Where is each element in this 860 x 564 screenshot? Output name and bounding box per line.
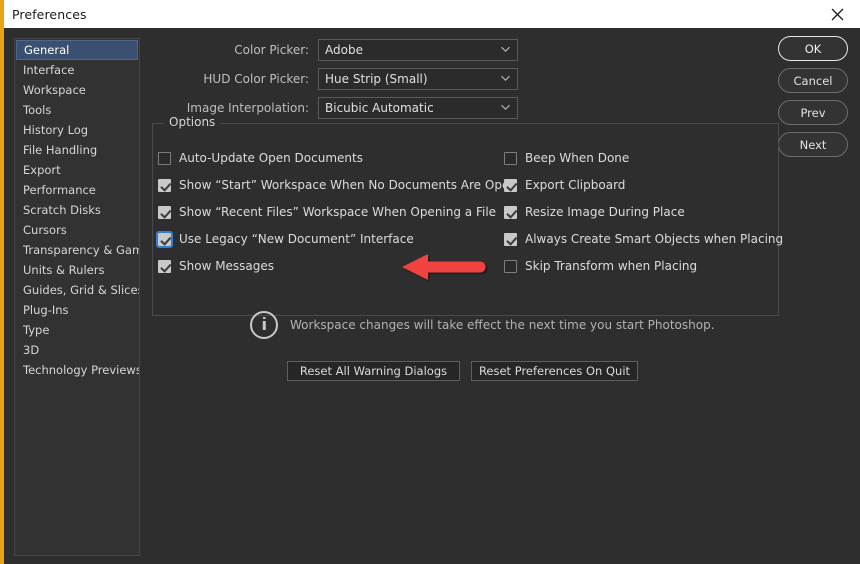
checkbox-checked-icon[interactable] [158,178,171,192]
prev-button[interactable]: Prev [778,100,848,125]
checkbox-row-resize-image-during-place[interactable]: Resize Image During Place [504,203,685,221]
checkbox-checked-icon[interactable] [158,205,171,219]
checkbox-checked-icon[interactable] [158,259,171,273]
sidebar-item-tools[interactable]: Tools [15,100,139,120]
checkbox-row-beep-when-done[interactable]: Beep When Done [504,149,629,167]
checkbox-label: Beep When Done [525,151,630,165]
checkbox-row-always-create-smart-objects-when-placing[interactable]: Always Create Smart Objects when Placing [504,230,783,248]
checkbox-label: Resize Image During Place [525,205,685,219]
info-icon [250,311,278,339]
select-hud-color-picker[interactable]: Hue Strip (Small) [318,68,518,90]
select-value: Bicubic Automatic [325,101,434,115]
checkbox-label: Show Messages [179,259,275,273]
checkbox-label: Export Clipboard [525,178,626,192]
workspace-note: Workspace changes will take effect the n… [250,311,715,339]
reset-preferences-on-quit-button[interactable]: Reset Preferences On Quit [471,361,638,381]
reset-all-warning-dialogs-button[interactable]: Reset All Warning Dialogs [287,361,460,381]
checkbox-row-auto-update-open-documents[interactable]: Auto-Update Open Documents [158,149,363,167]
checkbox-checked-icon[interactable] [156,230,173,248]
sidebar-item-performance[interactable]: Performance [15,180,139,200]
chevron-down-icon [501,75,510,81]
select-value: Hue Strip (Small) [325,72,428,86]
cancel-button[interactable]: Cancel [778,68,848,93]
sidebar-item-cursors[interactable]: Cursors [15,220,139,240]
form-label: Image Interpolation: [186,101,309,115]
workspace-note-text: Workspace changes will take effect the n… [290,318,715,332]
close-icon [831,8,843,20]
ok-button[interactable]: OK [778,36,848,61]
checkbox-row-show-start-workspace-when-no-documents-are-open[interactable]: Show “Start” Workspace When No Documents… [158,176,517,194]
titlebar: Preferences [4,0,860,28]
sidebar-item-plug-ins[interactable]: Plug-Ins [15,300,139,320]
form-label: Color Picker: [234,43,309,57]
sidebar-item-transparency-gamut[interactable]: Transparency & Gamut [15,240,139,260]
dialog-actions: OK Cancel Prev Next [778,36,848,164]
form-row-hud-color-picker: HUD Color Picker: Hue Strip (Small) [154,68,518,90]
checkbox-label: Show “Start” Workspace When No Documents… [179,178,517,192]
select-value: Adobe [325,43,363,57]
next-button[interactable]: Next [778,132,848,157]
sidebar-item-3d[interactable]: 3D [15,340,139,360]
checkbox-label: Always Create Smart Objects when Placing [525,232,784,246]
checkbox-unchecked-icon[interactable] [158,151,171,165]
category-sidebar[interactable]: General Interface Workspace Tools History Lo… [14,38,140,556]
checkbox-checked-icon[interactable] [504,178,517,192]
preferences-dialog: Preferences General Interface Workspace Too… [0,0,860,564]
sidebar-item-history-log[interactable]: History Log [15,120,139,140]
select-color-picker[interactable]: Adobe [318,39,518,61]
chevron-down-icon [501,104,510,110]
checkbox-checked-icon[interactable] [504,205,517,219]
checkbox-row-show-messages[interactable]: Show Messages [158,257,274,275]
sidebar-item-guides-grid-slices[interactable]: Guides, Grid & Slices [15,280,139,300]
checkbox-checked-icon[interactable] [504,232,517,246]
chevron-down-icon [501,46,510,52]
close-button[interactable] [814,0,860,28]
checkbox-row-use-legacy-new-document-interface[interactable]: Use Legacy “New Document” Interface [156,230,414,248]
checkbox-label: Show “Recent Files” Workspace When Openi… [179,205,497,219]
sidebar-item-general[interactable]: General [16,40,138,60]
sidebar-item-units-rulers[interactable]: Units & Rulers [15,260,139,280]
checkbox-row-show-recent-files-workspace-when-opening-a-file[interactable]: Show “Recent Files” Workspace When Openi… [158,203,496,221]
checkbox-label: Auto-Update Open Documents [179,151,363,165]
form-row-color-picker: Color Picker: Adobe [154,39,518,61]
sidebar-item-export[interactable]: Export [15,160,139,180]
window-title: Preferences [12,6,87,22]
options-legend: Options [164,115,221,129]
sidebar-item-workspace[interactable]: Workspace [15,80,139,100]
sidebar-item-technology-previews[interactable]: Technology Previews [15,360,139,380]
sidebar-item-scratch-disks[interactable]: Scratch Disks [15,200,139,220]
sidebar-item-file-handling[interactable]: File Handling [15,140,139,160]
checkbox-unchecked-icon[interactable] [504,259,517,273]
checkbox-row-export-clipboard[interactable]: Export Clipboard [504,176,625,194]
select-image-interpolation[interactable]: Bicubic Automatic [318,97,518,119]
form-label: HUD Color Picker: [203,72,309,86]
sidebar-item-interface[interactable]: Interface [15,60,139,80]
checkbox-unchecked-icon[interactable] [504,151,517,165]
checkbox-label: Use Legacy “New Document” Interface [179,232,414,246]
checkbox-row-skip-transform-when-placing[interactable]: Skip Transform when Placing [504,257,697,275]
checkbox-label: Skip Transform when Placing [525,259,698,273]
sidebar-item-type[interactable]: Type [15,320,139,340]
dialog-body: General Interface Workspace Tools History Lo… [4,28,860,564]
